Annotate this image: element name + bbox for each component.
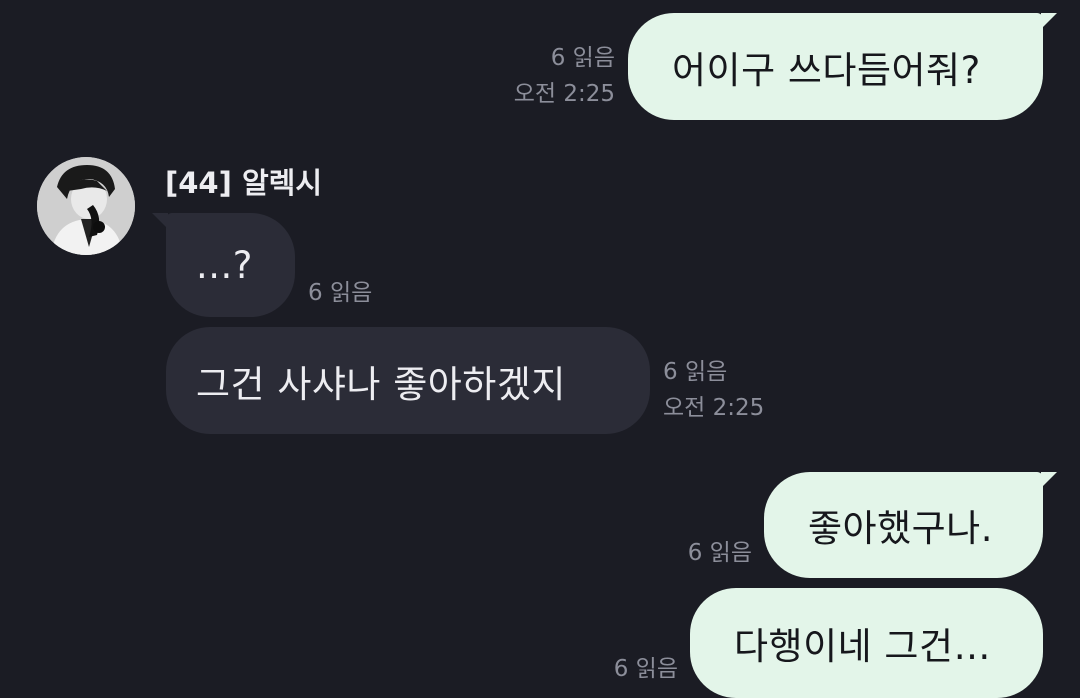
read-count: 6 읽음 xyxy=(687,540,752,566)
message-text: 좋아했구나. xyxy=(808,507,993,550)
read-count: 6 읽음 xyxy=(613,656,678,682)
message-time: 오전 2:25 xyxy=(513,81,615,107)
avatar[interactable] xyxy=(37,157,135,255)
message-time: 오전 2:25 xyxy=(663,395,765,421)
message-text: 어이구 쓰다듬어줘? xyxy=(672,48,981,92)
message-meta: 6 읽음 xyxy=(614,651,678,687)
read-count: 6 읽음 xyxy=(550,45,615,71)
read-count: 6 읽음 xyxy=(308,280,373,306)
message-text: 다행이네 그건… xyxy=(734,625,992,668)
chat-view: 6 읽음 오전 2:25 어이구 쓰다듬어줘? [44] 알렉시 ...? 6 … xyxy=(0,0,1080,698)
user-avatar-icon xyxy=(37,157,135,255)
outgoing-message-bubble[interactable]: 좋아했구나. xyxy=(764,472,1057,578)
outgoing-message-bubble[interactable]: 다행이네 그건… xyxy=(690,588,1043,698)
message-text: ...? xyxy=(196,243,253,287)
read-count: 6 읽음 xyxy=(663,359,728,385)
incoming-message-bubble[interactable]: 그건 사샤나 좋아하겠지 xyxy=(166,327,650,434)
message-meta: 6 읽음 xyxy=(308,275,372,311)
message-text: 그건 사샤나 좋아하겠지 xyxy=(196,362,566,406)
message-meta: 6 읽음 xyxy=(688,535,752,571)
message-meta: 6 읽음 오전 2:25 xyxy=(663,354,764,426)
message-meta: 6 읽음 오전 2:25 xyxy=(514,40,615,112)
incoming-message-bubble[interactable]: ...? xyxy=(152,213,295,317)
sender-name[interactable]: [44] 알렉시 xyxy=(165,160,322,202)
outgoing-message-bubble[interactable]: 어이구 쓰다듬어줘? xyxy=(628,13,1057,120)
